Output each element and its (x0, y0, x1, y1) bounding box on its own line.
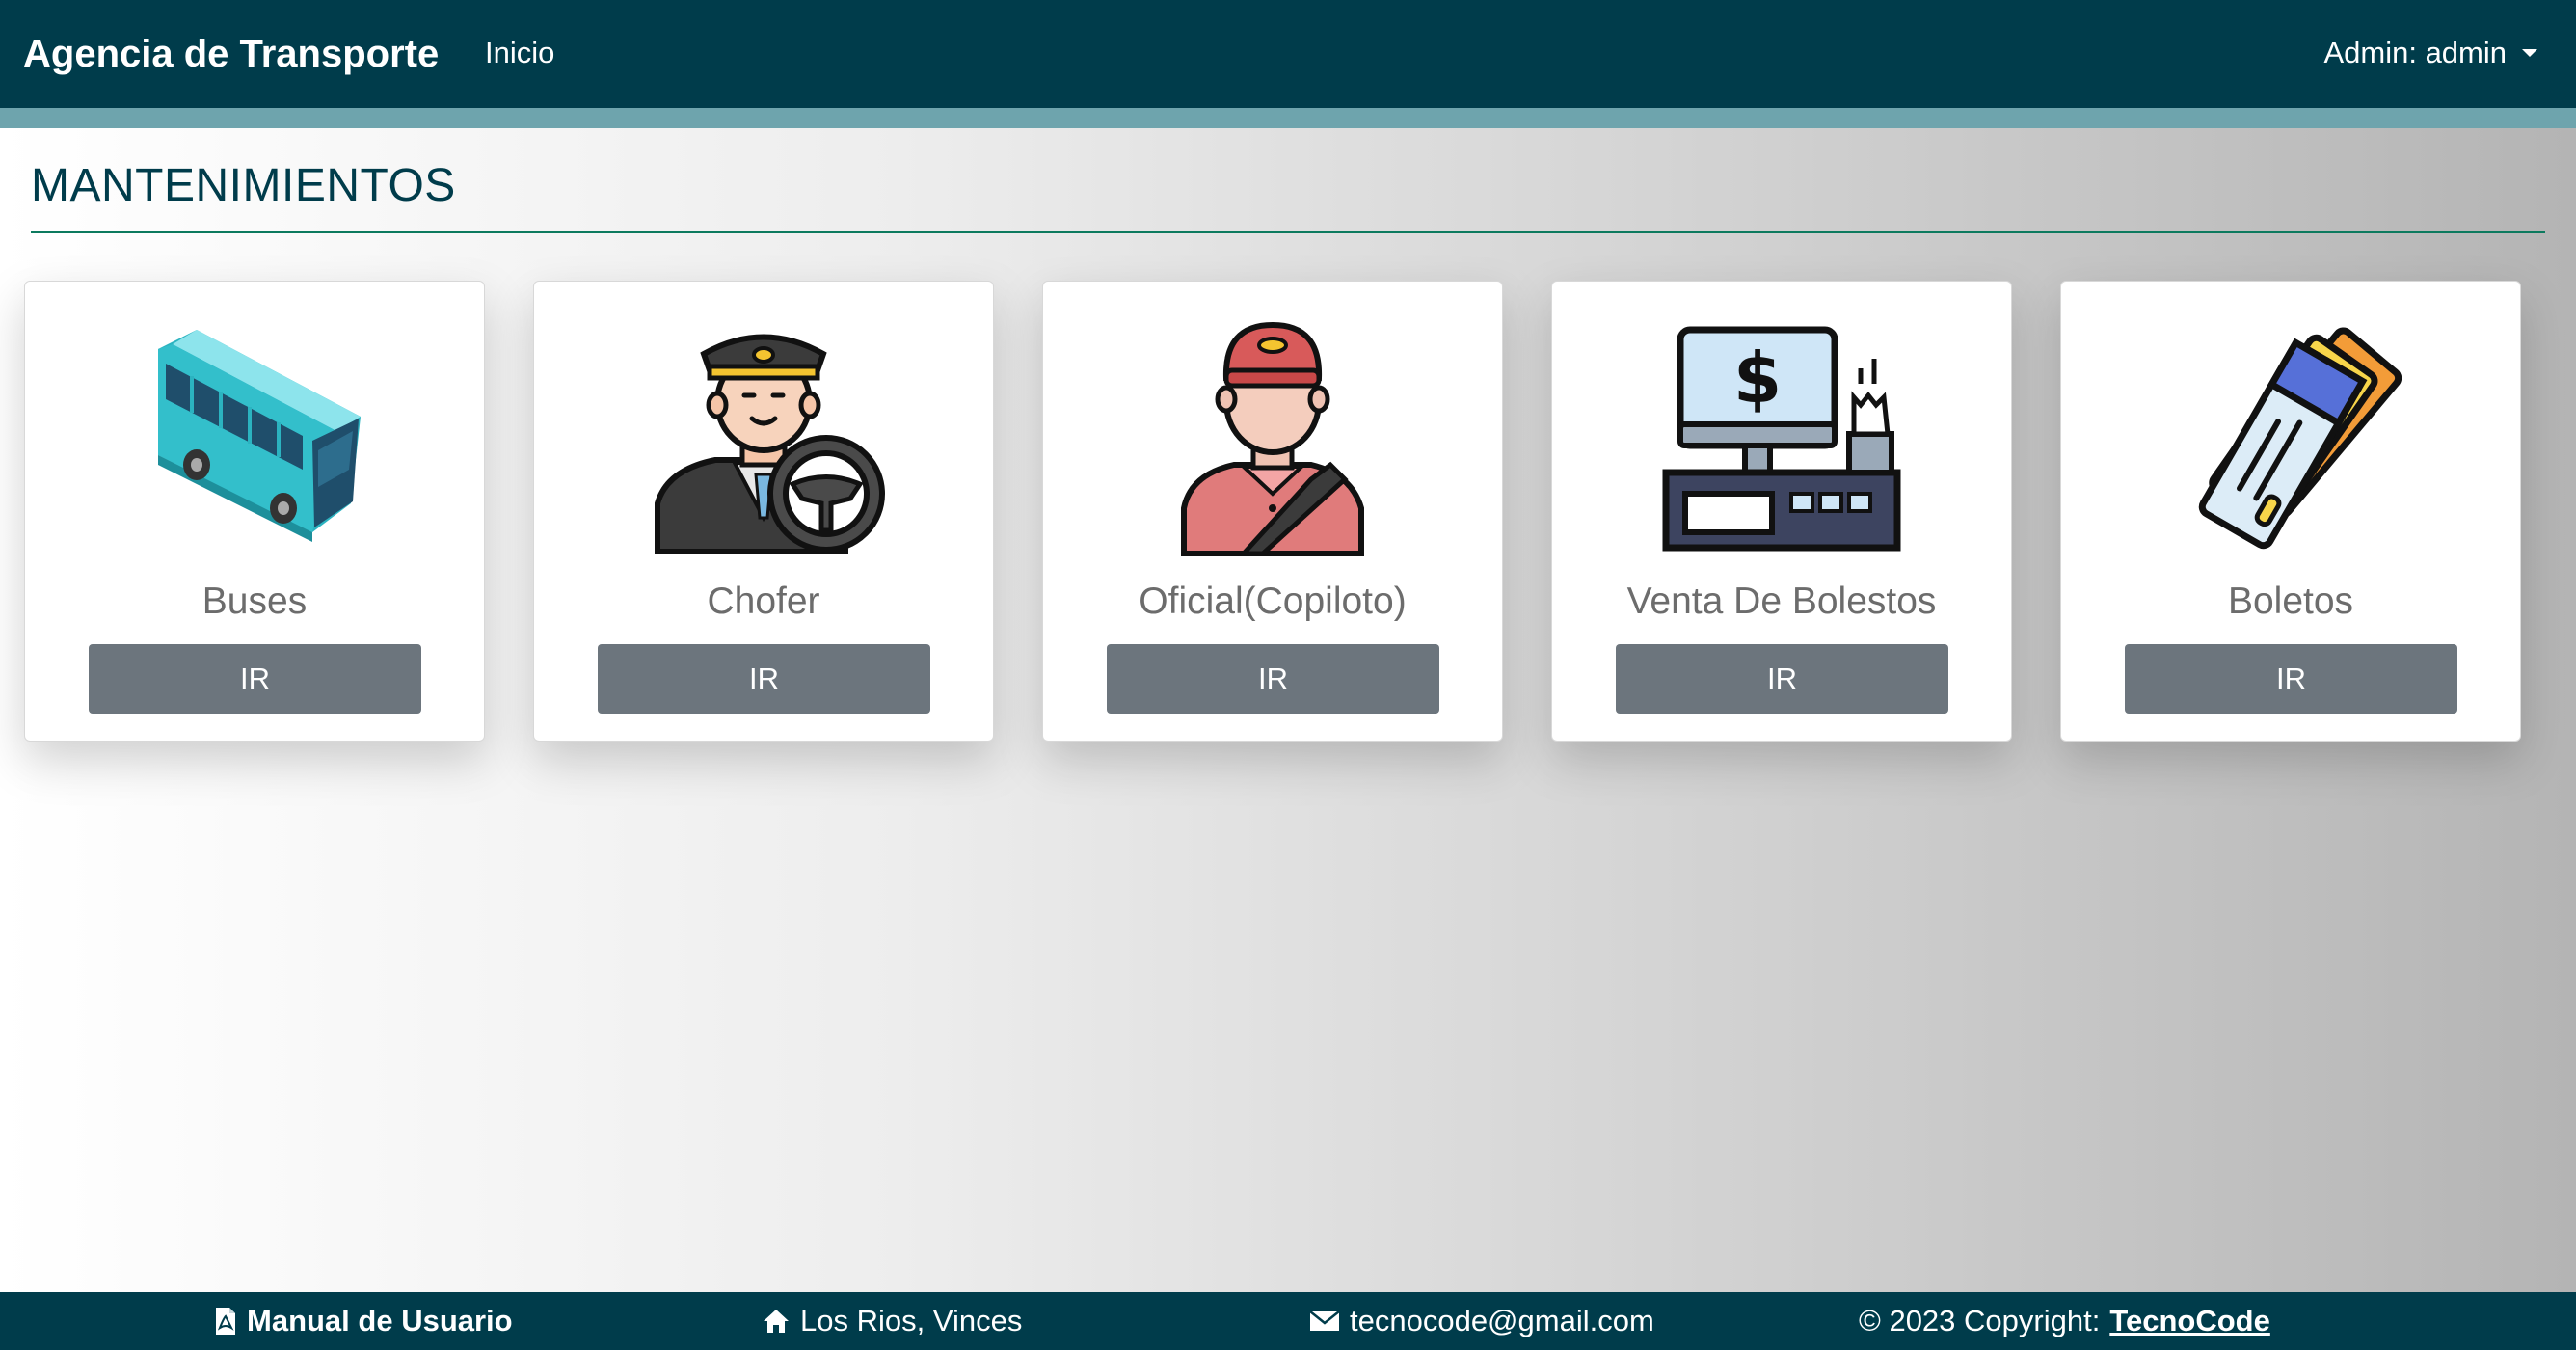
page-title: MANTENIMIENTOS (31, 160, 456, 211)
brand-link[interactable]: Agencia de Transporte (23, 29, 439, 79)
ir-button-chofer[interactable]: IR (598, 644, 930, 714)
tickets-icon (2165, 310, 2416, 561)
email-text: tecnocode@gmail.com (1350, 1304, 1654, 1337)
user-menu-label: Admin: admin (2323, 36, 2507, 69)
page-footer: Manual de Usuario Los Rios, Vinces tecno… (0, 1292, 2576, 1350)
navbar-accent-bar (0, 108, 2576, 128)
card-title: Chofer (707, 580, 820, 622)
address-text: Los Rios, Vinces (800, 1304, 1023, 1337)
card-venta-de-bolestos: $ Venta De Bolestos IR (1551, 281, 2012, 742)
footer-copyright: © 2023 Copyright: TecnoCode (1859, 1302, 2270, 1340)
footer-address: Los Rios, Vinces (762, 1302, 1022, 1340)
driver-icon (638, 310, 889, 561)
pdf-file-icon (216, 1308, 235, 1335)
card-title: Oficial(Copiloto) (1139, 580, 1407, 622)
ir-button-venta[interactable]: IR (1616, 644, 1948, 714)
card-title: Boletos (2227, 580, 2354, 622)
card-boletos: Boletos IR (2060, 281, 2521, 742)
home-icon (764, 1310, 789, 1333)
title-divider (31, 231, 2545, 233)
card-oficial-copiloto: Oficial(Copiloto) IR (1042, 281, 1503, 742)
card-title: Buses (201, 580, 308, 622)
user-menu-dropdown[interactable]: Admin: admin (2323, 33, 2537, 73)
caret-down-icon (2522, 49, 2537, 57)
card-chofer: Chofer IR (533, 281, 994, 742)
envelope-icon (1309, 1310, 1340, 1331)
cash-register-icon: $ (1656, 310, 1907, 561)
copilot-icon (1147, 310, 1398, 561)
footer-email: tecnocode@gmail.com (1309, 1302, 1654, 1340)
card-buses: Buses IR (24, 281, 485, 742)
user-manual-link[interactable]: Manual de Usuario (214, 1302, 513, 1340)
ir-button-buses[interactable]: IR (89, 644, 421, 714)
copyright-text: © 2023 Copyright: (1859, 1304, 2101, 1337)
user-manual-label: Manual de Usuario (247, 1304, 513, 1337)
ir-button-boletos[interactable]: IR (2125, 644, 2457, 714)
top-navbar: Agencia de Transporte Inicio Admin: admi… (0, 0, 2576, 108)
card-title: Venta De Bolestos (1626, 580, 1937, 622)
nav-link-inicio[interactable]: Inicio (485, 33, 554, 73)
tecnocode-link[interactable]: TecnoCode (2109, 1302, 2270, 1340)
svg-text:$: $ (1733, 338, 1782, 418)
ir-button-oficial[interactable]: IR (1107, 644, 1439, 714)
bus-icon (129, 310, 380, 561)
